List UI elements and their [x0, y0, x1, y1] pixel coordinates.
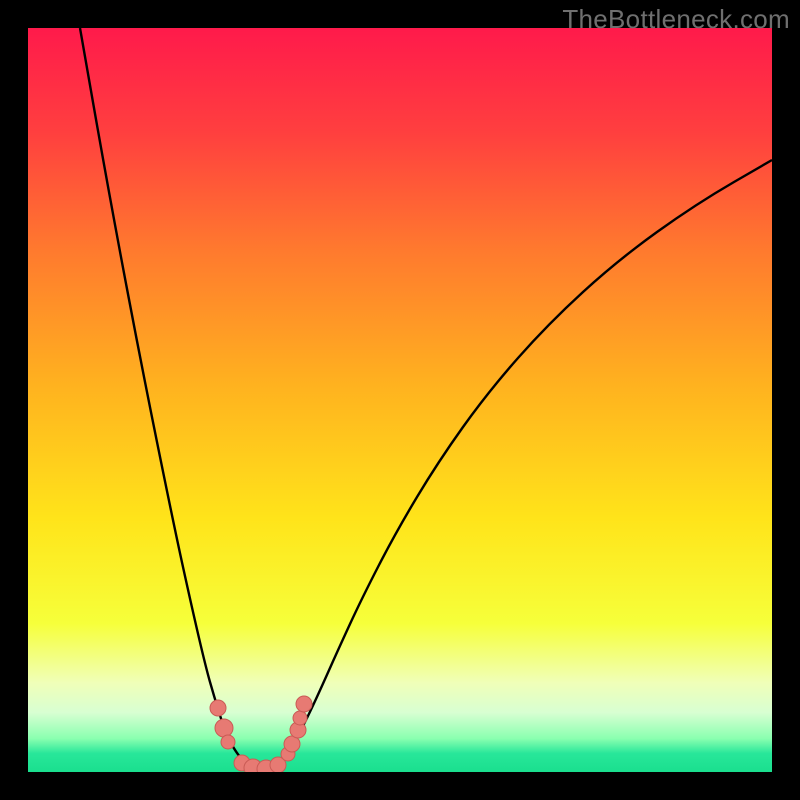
bottleneck-curve [80, 28, 772, 768]
chart-frame: TheBottleneck.com [0, 0, 800, 800]
data-marker [296, 696, 312, 712]
plot-area [28, 28, 772, 772]
data-marker [293, 711, 307, 725]
watermark-text: TheBottleneck.com [562, 4, 790, 35]
curve-layer [28, 28, 772, 772]
curve-markers [210, 696, 312, 772]
data-marker [215, 719, 233, 737]
data-marker [210, 700, 226, 716]
data-marker [221, 735, 235, 749]
